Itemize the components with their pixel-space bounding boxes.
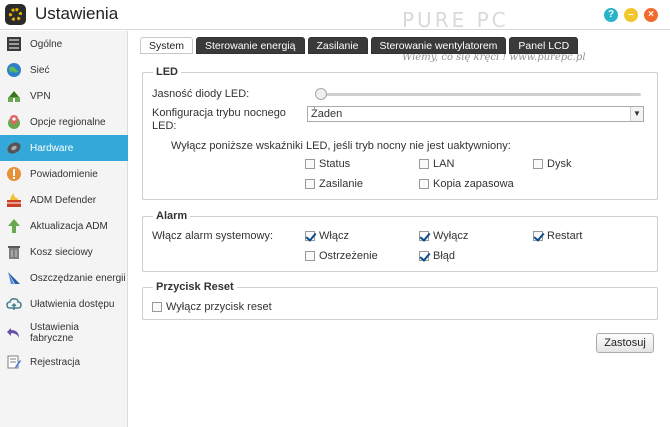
- disable-reset-checkbox[interactable]: Wyłącz przycisk reset: [152, 301, 272, 313]
- sidebar-item-accessibility[interactable]: Ułatwienia dostępu: [0, 291, 128, 317]
- checkbox-box[interactable]: [419, 251, 429, 261]
- sidebar-item-hardware[interactable]: Hardware: [0, 135, 128, 161]
- upload-arrow-icon: [5, 217, 23, 235]
- registration-icon: [5, 353, 23, 371]
- alarm-label: Włącz alarm systemowy:: [152, 230, 274, 242]
- minimize-button[interactable]: –: [624, 8, 638, 22]
- firewall-icon: [5, 191, 23, 209]
- reset-legend: Przycisk Reset: [153, 281, 237, 293]
- close-button[interactable]: ×: [644, 8, 658, 22]
- alarm-group: Alarm: [142, 210, 658, 272]
- tab-system[interactable]: System: [140, 37, 194, 54]
- checkbox-box[interactable]: [305, 251, 315, 261]
- checkbox-box[interactable]: [305, 179, 315, 189]
- vpn-icon: [5, 87, 23, 105]
- tab-bar: System Sterowanie energią Zasilanie Ster…: [140, 37, 581, 54]
- hardware-disk-icon: [5, 139, 23, 157]
- night-mode-label: Konfiguracja trybu nocnego LED:: [152, 107, 286, 132]
- location-pin-icon: [5, 113, 23, 131]
- watermark-logo: PURE PC: [402, 8, 509, 32]
- tab-power-control[interactable]: Sterowanie energią: [196, 37, 305, 54]
- checkbox-box[interactable]: [533, 159, 543, 169]
- cloud-access-icon: [5, 295, 23, 313]
- sidebar-item-network-recycle[interactable]: Kosz sieciowy: [0, 239, 128, 265]
- night-mode-select[interactable]: Żaden ▼: [307, 106, 644, 122]
- sidebar-item-vpn[interactable]: VPN: [0, 83, 128, 109]
- led-status-checkbox[interactable]: Status: [305, 158, 350, 170]
- alarm-warning-checkbox[interactable]: Ostrzeżenie: [305, 250, 378, 262]
- sidebar-item-network[interactable]: Sieć: [0, 57, 128, 83]
- globe-icon: [5, 61, 23, 79]
- checkbox-box[interactable]: [419, 159, 429, 169]
- trash-icon: [5, 243, 23, 261]
- alarm-legend: Alarm: [153, 210, 191, 222]
- energy-icon: [5, 269, 23, 287]
- led-brightness-slider[interactable]: [315, 88, 327, 100]
- led-power-checkbox[interactable]: Zasilanie: [305, 178, 363, 190]
- led-backup-checkbox[interactable]: Kopia zapasowa: [419, 178, 514, 190]
- checkbox-box[interactable]: [419, 179, 429, 189]
- sidebar-item-notification[interactable]: Powiadomienie: [0, 161, 128, 187]
- checkbox-box[interactable]: [419, 231, 429, 241]
- led-disk-checkbox[interactable]: Dysk: [533, 158, 571, 170]
- led-brightness-track[interactable]: [317, 93, 641, 96]
- tab-power-supply[interactable]: Zasilanie: [307, 37, 368, 54]
- checkbox-box[interactable]: [533, 231, 543, 241]
- alarm-disable-checkbox[interactable]: Wyłącz: [419, 230, 468, 242]
- help-button[interactable]: ?: [604, 8, 618, 22]
- checkbox-box[interactable]: [305, 159, 315, 169]
- led-legend: LED: [153, 66, 181, 78]
- alarm-restart-checkbox[interactable]: Restart: [533, 230, 582, 242]
- title-bar: Ustawienia PURE PC Wiemy, co się kręci !…: [0, 0, 670, 63]
- tab-fan-control[interactable]: Sterowanie wentylatorem: [370, 37, 507, 54]
- sidebar: Ogólne Sieć VPN Opcje regionalne Hardwar…: [0, 31, 128, 427]
- alarm-error-checkbox[interactable]: Błąd: [419, 250, 455, 262]
- led-lan-checkbox[interactable]: LAN: [419, 158, 454, 170]
- night-mode-value: Żaden: [311, 108, 343, 120]
- sidebar-item-energy[interactable]: Oszczędzanie energii: [0, 265, 128, 291]
- led-note: Wyłącz poniższe wskaźniki LED, jeśli try…: [171, 140, 511, 152]
- sidebar-item-registration[interactable]: Rejestracja: [0, 349, 128, 375]
- server-icon: [5, 35, 23, 53]
- led-brightness-label: Jasność diody LED:: [152, 88, 250, 100]
- window-title: Ustawienia: [35, 4, 119, 23]
- exclamation-icon: [5, 165, 23, 183]
- sidebar-item-factory-reset[interactable]: Ustawienia fabryczne: [0, 317, 128, 349]
- sidebar-item-general[interactable]: Ogólne: [0, 31, 128, 57]
- checkbox-box[interactable]: [152, 302, 162, 312]
- undo-icon: [5, 324, 23, 342]
- sidebar-item-defender[interactable]: ADM Defender: [0, 187, 128, 213]
- alarm-enable-checkbox[interactable]: Włącz: [305, 230, 349, 242]
- checkbox-box[interactable]: [305, 231, 315, 241]
- apply-button[interactable]: Zastosuj: [596, 333, 654, 353]
- sidebar-item-regional[interactable]: Opcje regionalne: [0, 109, 128, 135]
- sidebar-item-adm-update[interactable]: Aktualizacja ADM: [0, 213, 128, 239]
- settings-gear-icon: [5, 4, 26, 25]
- tab-lcd-panel[interactable]: Panel LCD: [509, 37, 579, 54]
- chevron-down-icon[interactable]: ▼: [630, 107, 643, 121]
